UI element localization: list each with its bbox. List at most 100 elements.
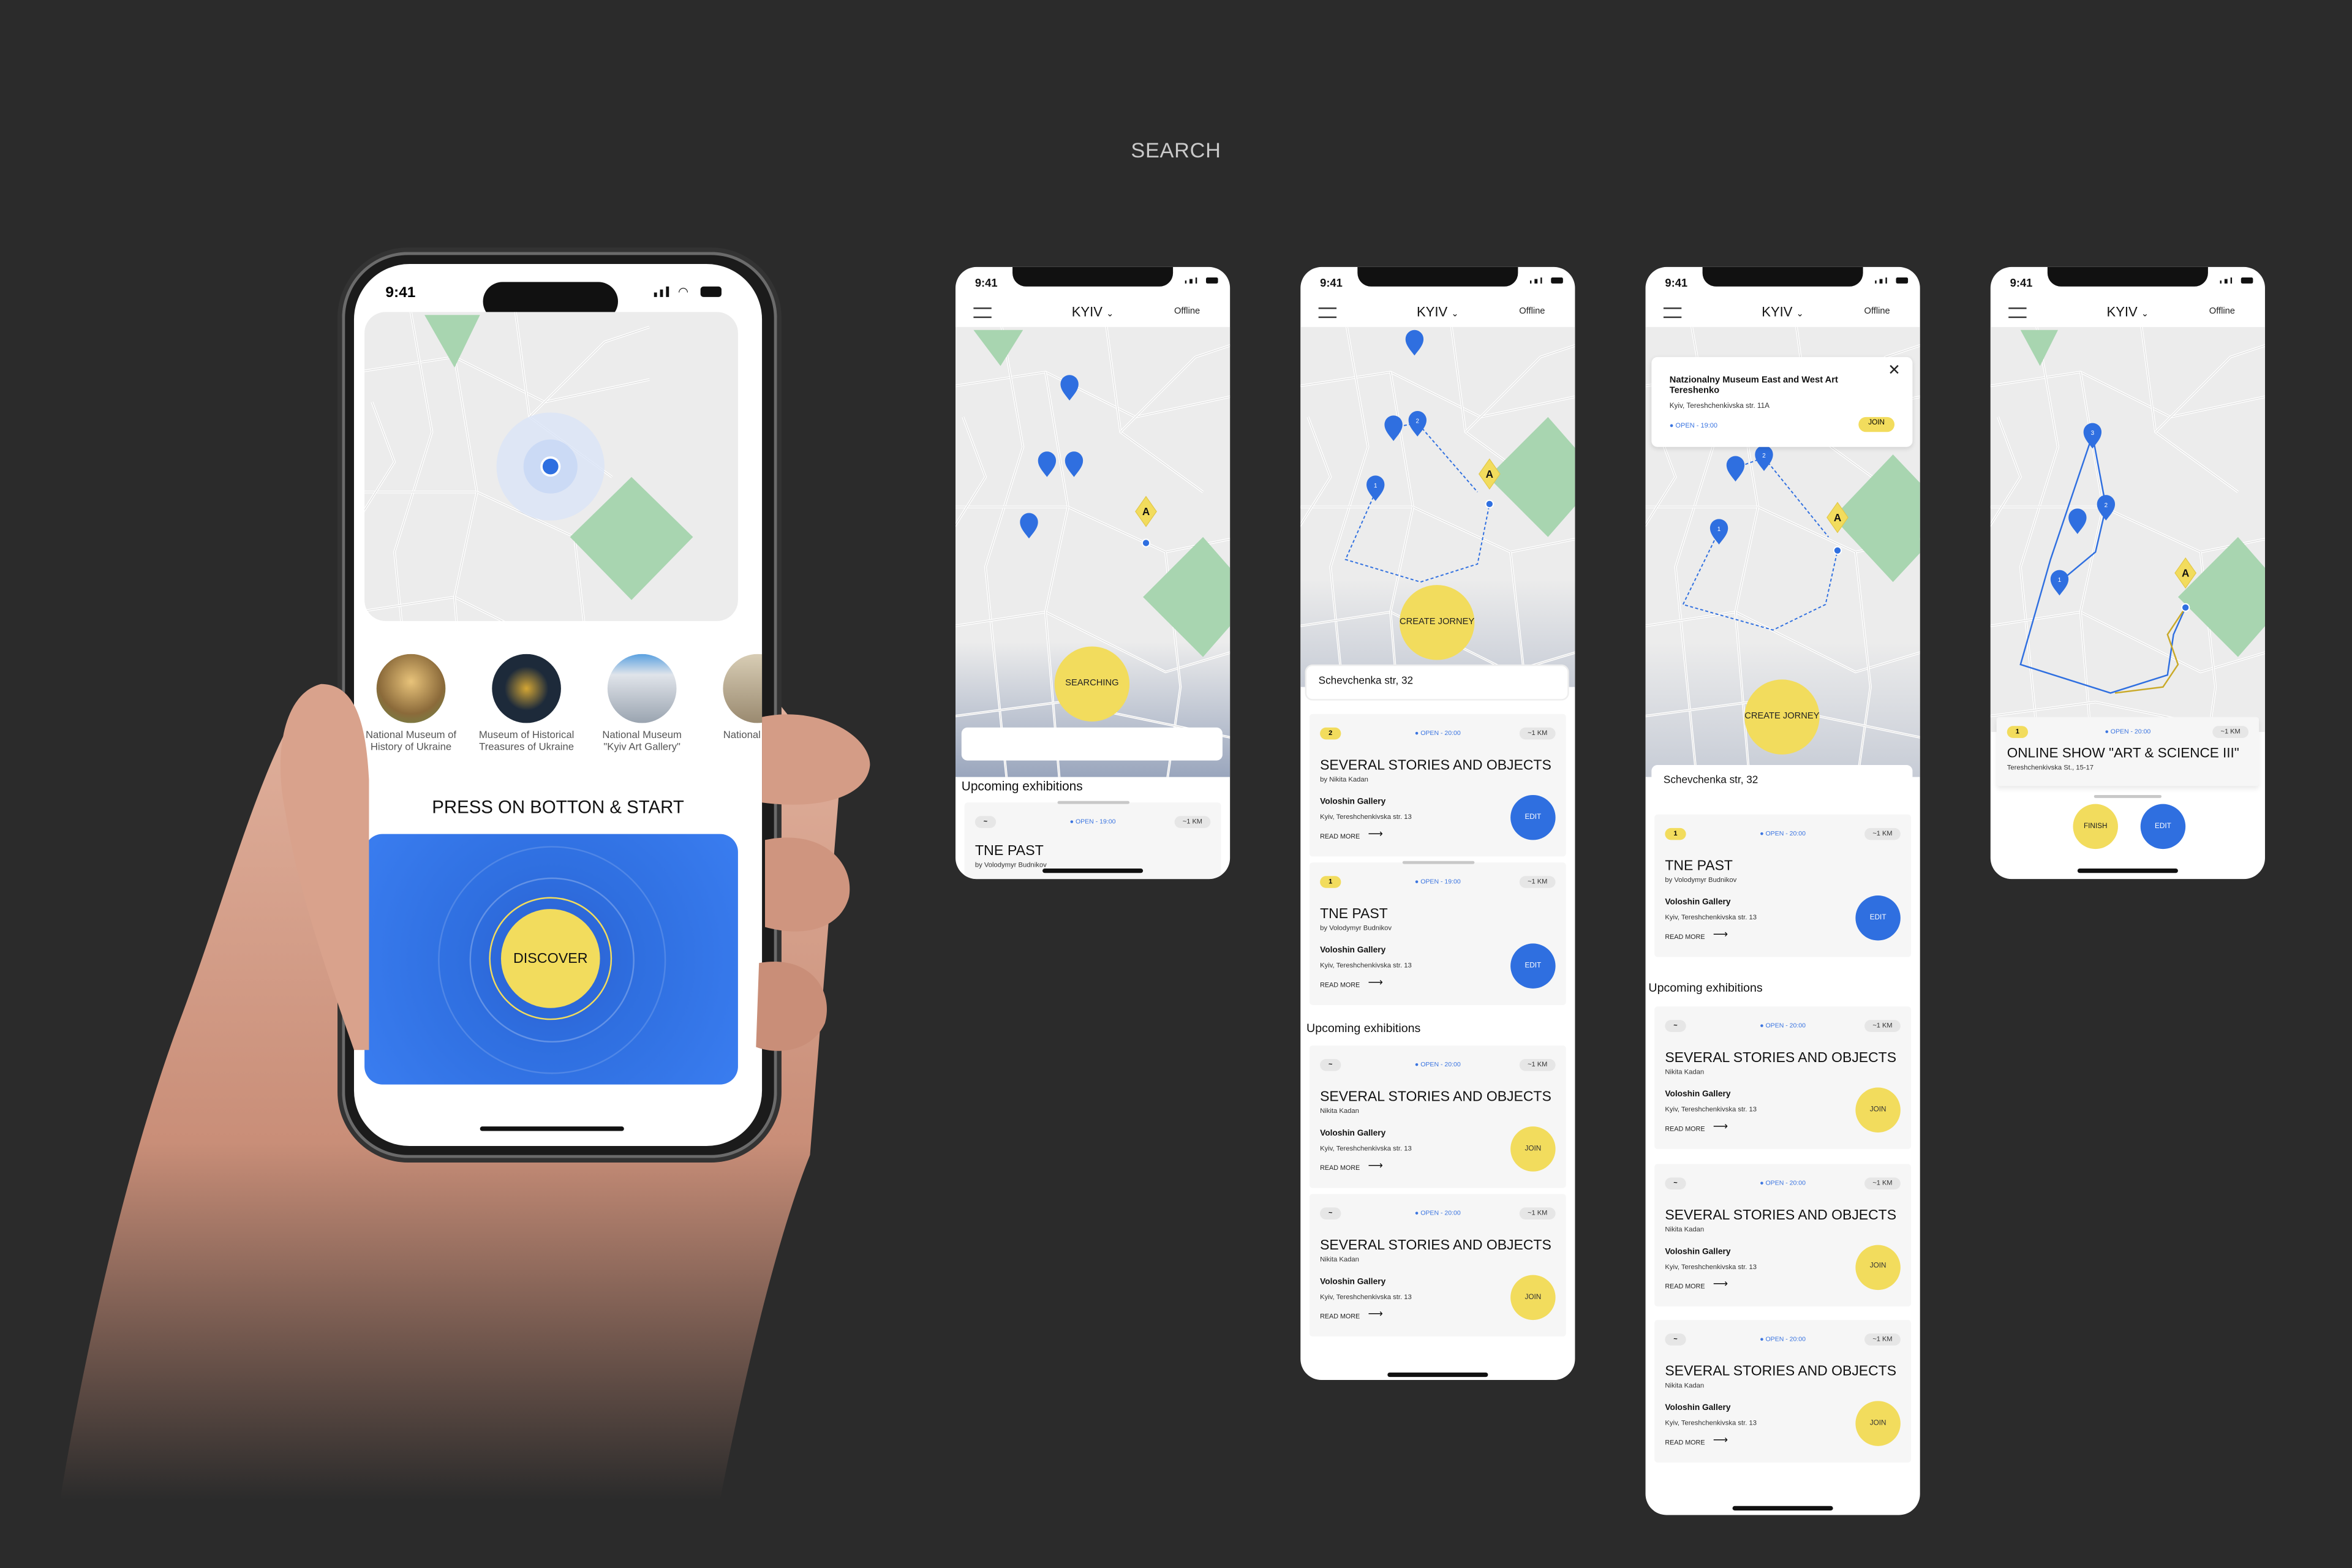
edit-button[interactable]: EDIT — [1855, 895, 1901, 941]
map-pin-icon[interactable] — [1020, 513, 1038, 539]
map-pin-icon[interactable]: 2 — [1408, 411, 1427, 437]
venue-address: Kyiv, Tereshchenkivska str. 13 — [1320, 961, 1412, 970]
screen-museum-popup: 2 1 A Natzionalny Museum East and West Art… — [1645, 266, 1920, 1515]
chevron-down-icon: ⌄ — [1451, 310, 1459, 320]
map-pin-icon[interactable]: 1 — [1366, 475, 1385, 501]
status-icons — [2219, 277, 2253, 284]
status-time: 9:41 — [1320, 276, 1343, 290]
arrow-right-icon: ⟶ — [1713, 1121, 1728, 1133]
destination-marker-icon[interactable]: A — [1135, 496, 1157, 527]
join-button[interactable]: JOIN — [1855, 1244, 1901, 1289]
venue-address: Kyiv, Tereshchenkivska str. 13 — [1665, 913, 1757, 921]
route-path — [1344, 491, 1490, 583]
exhibition-card[interactable]: ~ ● OPEN - 20:00 ~1 KM SEVERAL STORIES AND … — [1654, 1163, 1912, 1306]
venue-address: Kyiv, Tereshchenkivska str. 13 — [1320, 1144, 1412, 1152]
map-pin-icon[interactable] — [1060, 375, 1079, 401]
exhibition-card[interactable]: ~ ● OPEN - 20:00 ~1 KM SEVERAL STORIES AND … — [1654, 1006, 1912, 1149]
create-journey-button[interactable]: CREATE JORNEY — [1744, 679, 1820, 755]
read-more-link[interactable]: READ MORE — [1665, 1282, 1705, 1289]
read-more-link[interactable]: READ MORE — [1320, 981, 1360, 989]
status-time: 9:41 — [1665, 276, 1688, 290]
svg-text:1: 1 — [2058, 577, 2061, 584]
read-more-link[interactable]: READ MORE — [1665, 1125, 1705, 1133]
join-button[interactable]: JOIN — [1855, 1401, 1901, 1446]
status-icons — [1529, 277, 1563, 284]
venue-name: Voloshin Gallery — [1320, 1278, 1386, 1287]
map-pin-icon[interactable] — [1065, 451, 1084, 477]
svg-text:2: 2 — [2105, 502, 2108, 509]
exhibition-title: ONLINE SHOW "ART & SCIENCE III" — [2007, 745, 2239, 761]
status-time: 9:41 — [974, 276, 998, 290]
map-pin-icon[interactable]: 1 — [2050, 570, 2069, 596]
section-title: Upcoming exhibitions — [961, 778, 1083, 794]
read-more-link[interactable]: READ MORE — [1665, 1439, 1705, 1446]
map-pin-icon[interactable] — [2068, 508, 2087, 534]
screen-searching: A SEARCHING Upcoming exhibitions ~ ● OPE… — [956, 266, 1231, 880]
address-input[interactable]: Schevchenka str, 32 — [1651, 764, 1913, 798]
popup-open-status: ● OPEN - 19:00 — [1669, 421, 1718, 429]
distance-badge: ~1 KM — [1519, 727, 1556, 740]
drag-handle[interactable] — [2094, 794, 2162, 798]
screen-route: 3 2 1 A 1 ● OPEN - 20:00 ~1 KM ONLINE SHOW … — [1990, 266, 2265, 880]
map-pin-icon[interactable] — [1384, 415, 1403, 442]
close-icon[interactable]: ✕ — [1888, 363, 1901, 380]
exhibition-card[interactable]: 1 ● OPEN - 20:00 ~1 KM TNE PAST by Volodymyr… — [1654, 814, 1912, 957]
chevron-down-icon: ⌄ — [1796, 310, 1804, 320]
map-pin-icon[interactable] — [1726, 456, 1745, 482]
join-button[interactable]: JOIN — [1510, 1275, 1556, 1321]
arrow-right-icon: ⟶ — [1368, 1309, 1384, 1321]
popup-join-button[interactable]: JOIN — [1858, 417, 1895, 432]
map-pin-icon[interactable] — [1405, 330, 1424, 356]
svg-text:A: A — [1486, 468, 1493, 480]
exhibition-title: TNE PAST — [974, 843, 1044, 860]
venue-name: Voloshin Gallery — [1665, 1247, 1731, 1257]
exhibition-title: SEVERAL STORIES AND OBJECTS — [1665, 1205, 1897, 1222]
map-pin-icon[interactable]: 1 — [1709, 519, 1728, 545]
search-input[interactable] — [961, 727, 1223, 761]
join-button[interactable]: JOIN — [1510, 1126, 1556, 1172]
status-icons — [1184, 277, 1218, 284]
app-header: KYIV ⌄ Offline — [1646, 300, 1920, 327]
exhibition-title: SEVERAL STORIES AND OBJECTS — [1665, 1362, 1897, 1379]
exhibition-card[interactable]: ~ ● OPEN - 20:00 ~1 KM SEVERAL STORIES AND … — [1654, 1320, 1912, 1463]
map-pin-icon[interactable]: 2 — [1755, 445, 1773, 471]
drag-handle[interactable] — [1402, 861, 1475, 864]
read-more-link[interactable]: READ MORE — [1665, 933, 1705, 940]
distance-badge: ~1 KM — [1519, 876, 1556, 888]
exhibition-title: TNE PAST — [1665, 856, 1733, 873]
join-button[interactable]: JOIN — [1855, 1087, 1901, 1133]
route-exhibition-card[interactable]: 1 ● OPEN - 20:00 ~1 KM ONLINE SHOW "ART … — [1996, 717, 2260, 786]
venue-address: Kyiv, Tereshchenkivska str. 13 — [1320, 813, 1412, 821]
exhibition-card[interactable]: 2 ● OPEN - 20:00 ~1 KM SEVERAL STORIES AND … — [1309, 714, 1566, 857]
exhibition-card[interactable]: ~ ● OPEN - 20:00 ~1 KM SEVERAL STORIES AND … — [1309, 1045, 1566, 1188]
map-pin-icon[interactable] — [1038, 451, 1057, 477]
venue-name: Voloshin Gallery — [1320, 946, 1386, 956]
address-input[interactable]: Schevchenka str, 32 — [1306, 666, 1568, 699]
finish-button[interactable]: FINISH — [2073, 804, 2118, 850]
read-more-link[interactable]: READ MORE — [1320, 1164, 1360, 1171]
create-journey-button[interactable]: CREATE JORNEY — [1399, 585, 1475, 660]
exhibition-author: Nikita Kadan — [1665, 1224, 1705, 1232]
distance-badge: ~1 KM — [1864, 1177, 1901, 1189]
app-header: KYIV ⌄ Offline — [1991, 300, 2265, 327]
arrow-right-icon: ⟶ — [1368, 829, 1384, 840]
home-indicator — [2077, 868, 2178, 873]
searching-button[interactable]: SEARCHING — [1054, 646, 1130, 722]
map-pin-icon[interactable]: 3 — [2083, 423, 2102, 449]
read-more-link[interactable]: READ MORE — [1320, 832, 1360, 840]
distance-badge: ~1 KM — [1519, 1207, 1556, 1220]
exhibition-title: SEVERAL STORIES AND OBJECTS — [1320, 1087, 1551, 1104]
exhibition-card[interactable]: ~ ● OPEN - 20:00 ~1 KM SEVERAL STORIES AND … — [1309, 1194, 1566, 1337]
map[interactable]: 3 2 1 A — [1990, 319, 2265, 793]
exhibition-card[interactable]: ~ ● OPEN - 19:00 ~1 KM TNE PAST by Volod… — [964, 801, 1221, 880]
connection-status: Offline — [1519, 307, 1545, 317]
exhibition-card[interactable]: 1 ● OPEN - 19:00 ~1 KM TNE PAST by Volodymyr… — [1309, 861, 1566, 1005]
venue-name: Voloshin Gallery — [1665, 1090, 1731, 1100]
read-more-link[interactable]: READ MORE — [1320, 1313, 1360, 1320]
edit-button[interactable]: EDIT — [2140, 804, 2186, 850]
edit-button[interactable]: EDIT — [1510, 794, 1556, 840]
home-indicator — [1042, 868, 1144, 873]
svg-text:2: 2 — [1762, 453, 1765, 459]
current-location-dot — [1141, 538, 1151, 548]
edit-button[interactable]: EDIT — [1510, 943, 1556, 989]
